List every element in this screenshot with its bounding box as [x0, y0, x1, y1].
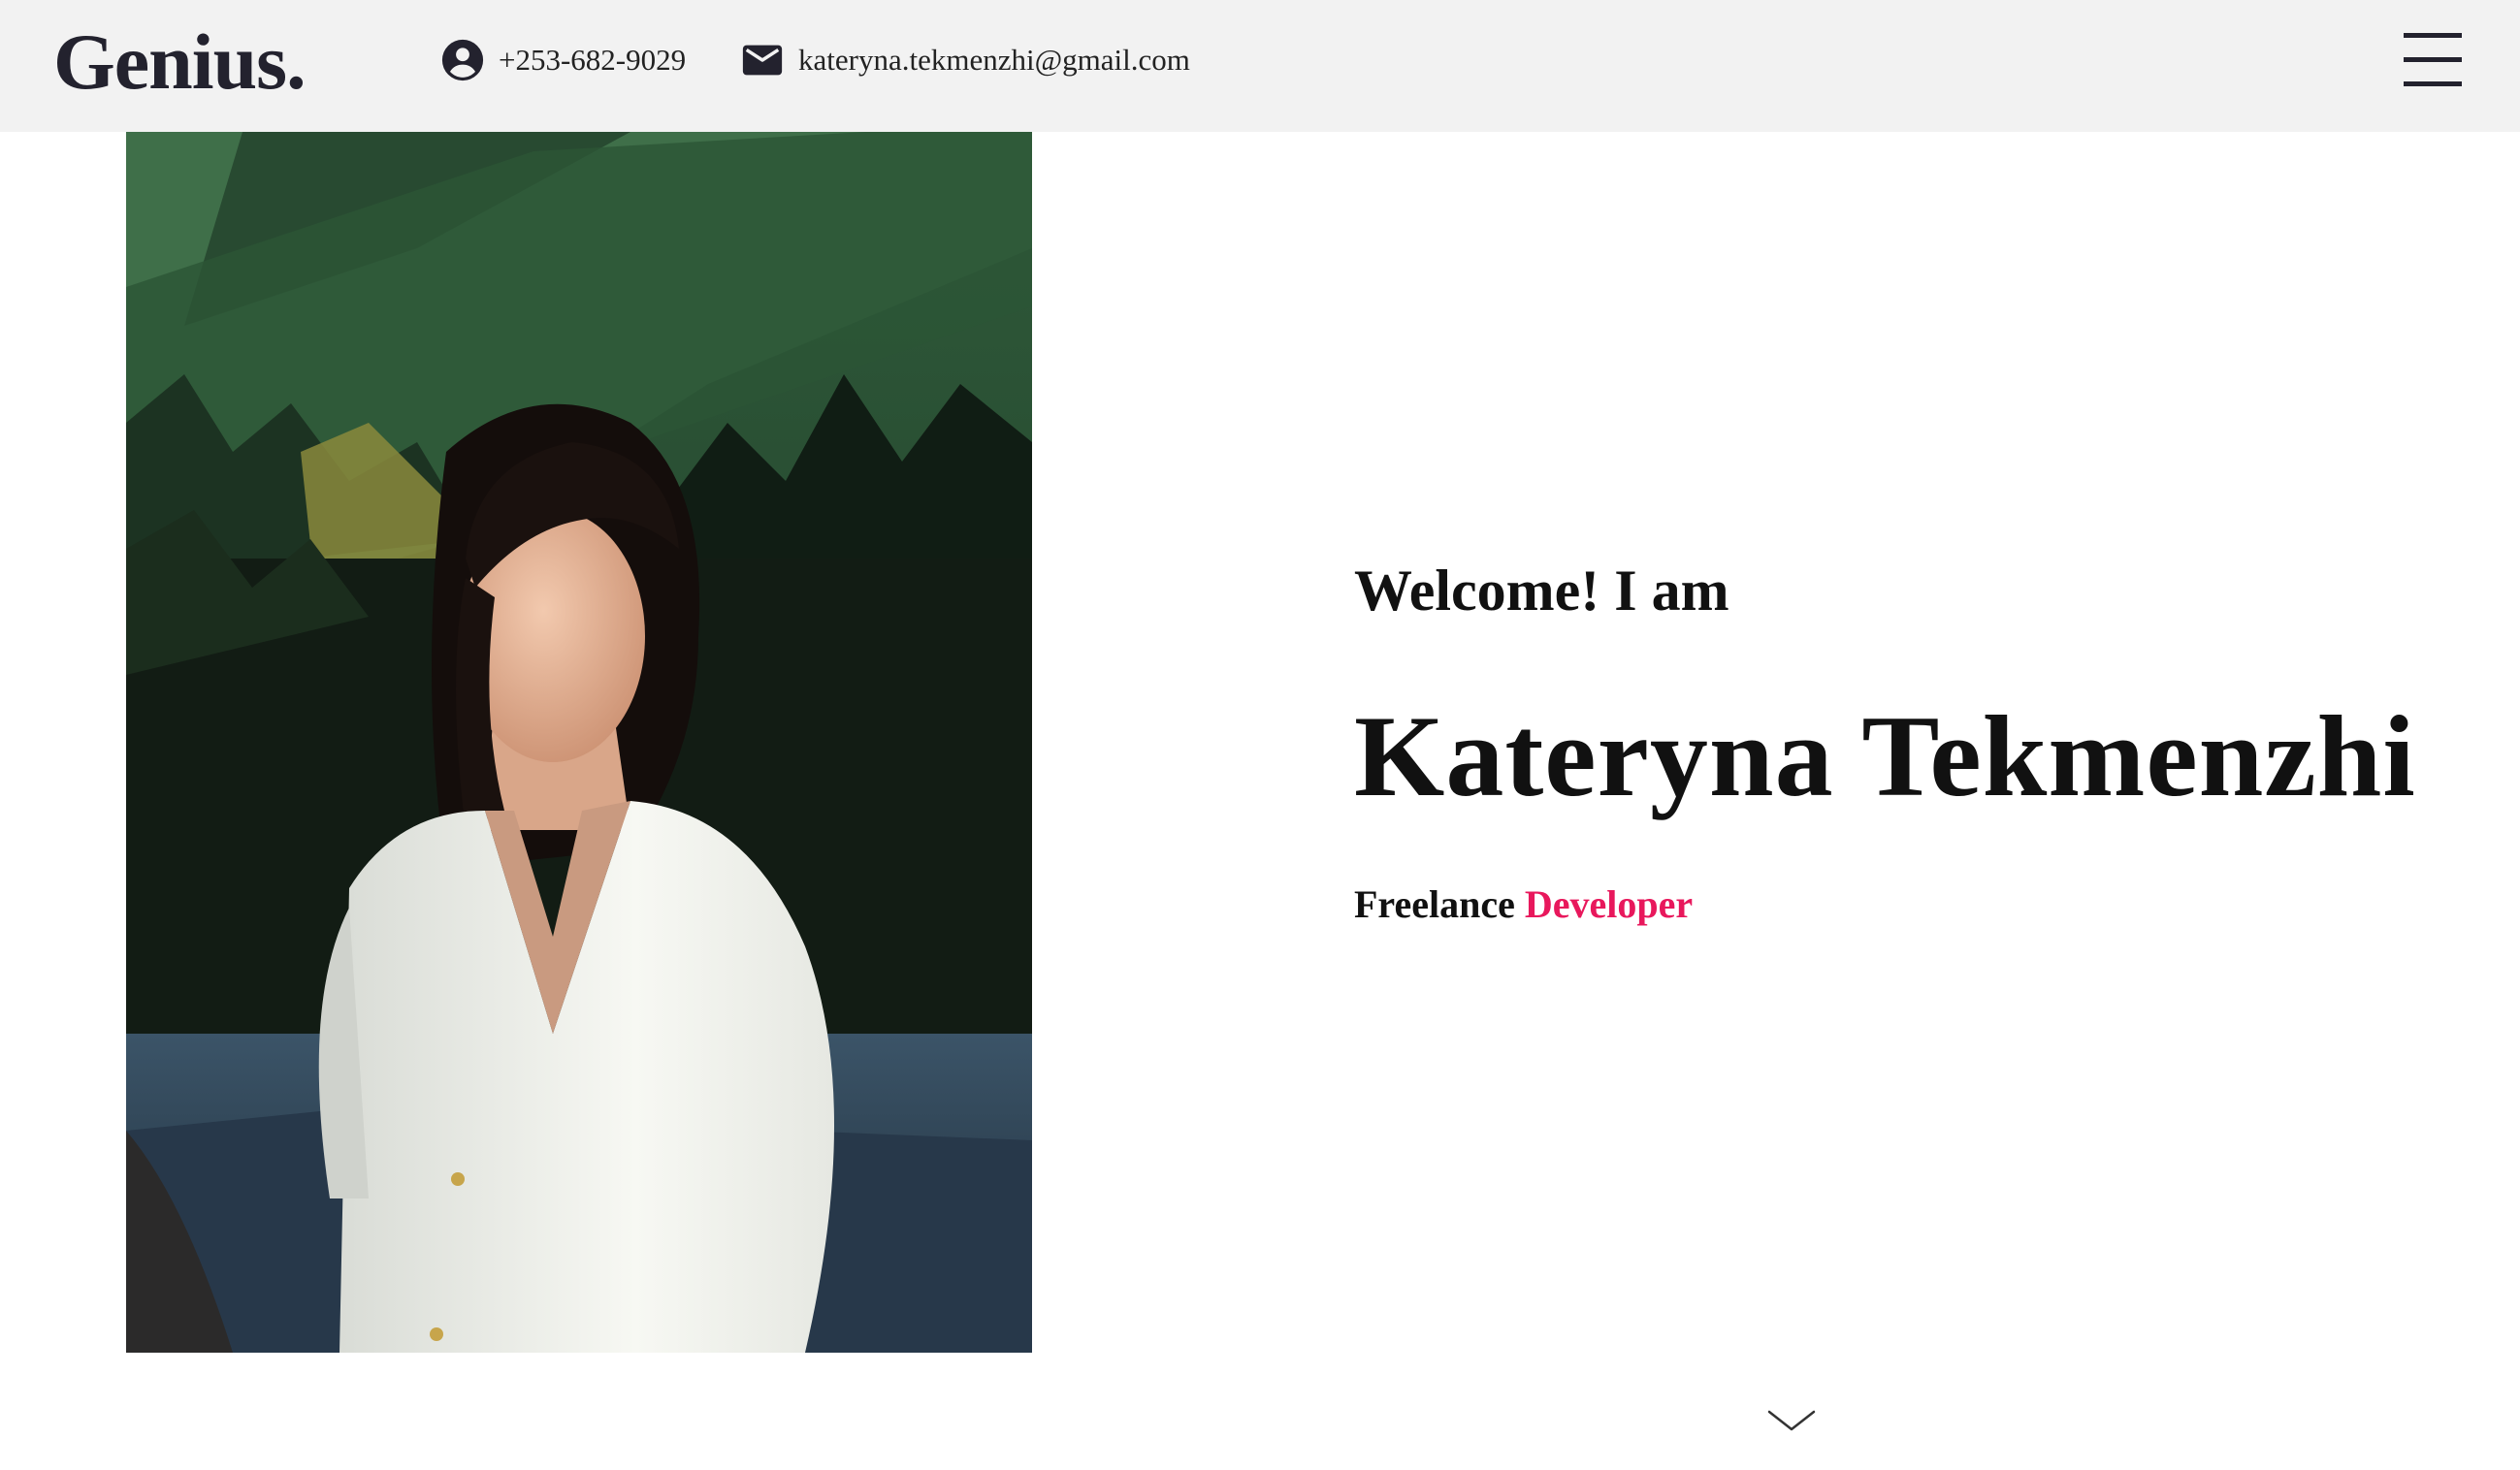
account-circle-icon: [441, 39, 484, 81]
hamburger-menu-icon[interactable]: [2402, 31, 2464, 87]
person-name: Kateryna Tekmenzhi: [1354, 691, 2416, 820]
welcome-heading: Welcome! I am: [1354, 559, 1729, 623]
role-subtitle: Freelance Developer: [1354, 878, 1693, 932]
portrait-photo: [126, 132, 1032, 1353]
phone-number: +253-682-9029: [499, 43, 687, 77]
role-accent: Developer: [1524, 882, 1694, 926]
envelope-icon: [742, 45, 783, 76]
phone-contact[interactable]: +253-682-9029: [440, 37, 686, 83]
email-address: kateryna.tekmenzhi@gmail.com: [798, 43, 1190, 77]
email-contact[interactable]: kateryna.tekmenzhi@gmail.com: [740, 37, 1190, 83]
site-logo[interactable]: Genius.: [53, 14, 307, 111]
role-prefix: Freelance: [1354, 882, 1515, 926]
top-navigation-bar: Genius. +253-682-9029 kateryna.tekmenzhi…: [0, 0, 2520, 132]
chevron-down-icon[interactable]: [1767, 1408, 1816, 1435]
